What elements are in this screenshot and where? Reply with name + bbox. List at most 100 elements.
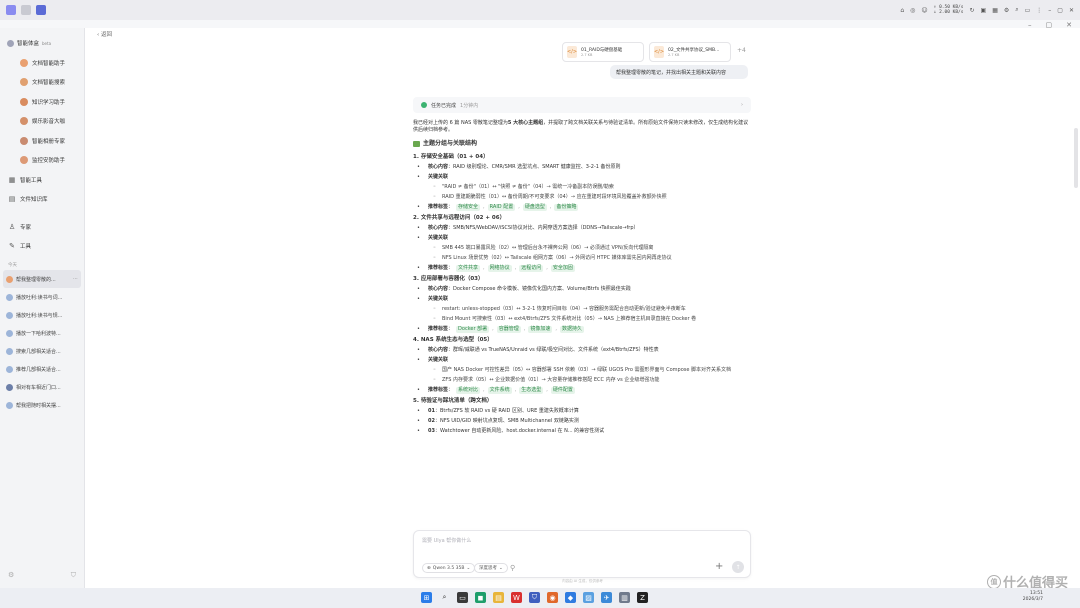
sidebar-item-label: 智能工具 <box>20 177 43 184</box>
tag[interactable]: 存储安全 <box>456 204 481 211</box>
refresh-icon[interactable]: ↻ <box>969 7 974 14</box>
history-item[interactable]: 播放一下哈利波特... <box>0 324 84 342</box>
tag[interactable]: 生态选型 <box>519 387 544 394</box>
clock[interactable]: 13:51 2026/3/7 <box>1023 591 1043 603</box>
chevron-right-icon: › <box>741 102 743 108</box>
person-icon: ♙ <box>8 222 16 231</box>
settings-icon[interactable]: ⚙ <box>1004 7 1009 14</box>
wps-icon[interactable]: W <box>511 592 522 603</box>
attachments-more[interactable]: +4 <box>737 47 746 54</box>
tag[interactable]: RAID 配置 <box>487 204 516 211</box>
app-green-icon[interactable]: ◼ <box>475 592 486 603</box>
task-status-bar[interactable]: 任务已完成 1分钟内 › <box>413 97 751 113</box>
tag[interactable]: 网络协议 <box>487 265 512 272</box>
tag[interactable]: 文件共享 <box>456 265 481 272</box>
more-icon[interactable]: ⋮ <box>1036 7 1042 14</box>
browser-icon[interactable]: ◉ <box>547 592 558 603</box>
attachment-card[interactable]: </> 02_文件共享协议_SMB... 2.7 KB <box>649 42 731 62</box>
sidebar-item-label: 文件知识库 <box>20 197 48 204</box>
top-bar-left <box>6 5 46 15</box>
history-item[interactable]: 播放吐利:读书与规... <box>0 306 84 324</box>
home-icon[interactable]: ⌂ <box>900 7 904 14</box>
user-icon[interactable]: ☺ <box>921 7 927 14</box>
tag[interactable]: 镜像加速 <box>528 326 553 333</box>
history-item[interactable]: 播放吐利:读书与词... <box>0 288 84 306</box>
verify-item: • 01：Btrfs/ZFS 软 RAID vs 硬 RAID 区别、URE 重建… <box>417 408 579 414</box>
history-item[interactable]: 相对有车相近门口... <box>0 378 84 396</box>
shield-icon[interactable]: ⛉ <box>71 571 76 580</box>
history-item-label: 相对有车相近门口... <box>16 384 61 391</box>
attachment-size: 2.7 KB <box>581 53 593 57</box>
history-item[interactable]: 推荐几部相关适合... <box>0 360 84 378</box>
network-speed: ↑ 0.50 KB/s ↓ 2.00 KB/s <box>934 5 964 15</box>
tag[interactable]: 硬盘选型 <box>522 204 547 211</box>
maximize-icon[interactable]: ▢ <box>1057 7 1063 14</box>
history-item[interactable]: 搜索几部相关适合... <box>0 342 84 360</box>
sidebar-item-tools[interactable]: ✎ 工具 <box>0 237 84 257</box>
message-icon[interactable]: ▣ <box>981 7 987 14</box>
tab-icon[interactable] <box>21 5 31 15</box>
tag[interactable]: 容器管理 <box>496 326 521 333</box>
photos-icon[interactable]: ▨ <box>583 592 594 603</box>
grid-icon[interactable]: ▦ <box>992 7 998 14</box>
sidebar-bottom: ⚙ ⛉ <box>8 571 76 580</box>
tag[interactable]: 远程访问 <box>519 265 544 272</box>
sidebar-item-smart-tools[interactable]: ▦ 智能工具 <box>0 170 84 190</box>
back-button[interactable]: ‹ 返回 <box>97 30 112 38</box>
sidebar: 智能体盒 beta 文档智能助手 文档智能搜索 知识学习助手 娱乐影音大咖 智能… <box>0 28 85 588</box>
tag[interactable]: Docker 部署 <box>456 326 490 333</box>
history-more-icon[interactable]: ⋯ <box>73 276 78 282</box>
app-blue-icon[interactable]: ◆ <box>565 592 576 603</box>
close-icon[interactable]: ✕ <box>1069 7 1074 14</box>
search-icon[interactable]: ⌕ <box>439 592 450 603</box>
core-label: 核心内容 <box>428 347 449 353</box>
sidebar-agent-item[interactable]: 娱乐影音大咖 <box>0 112 84 132</box>
app-icon[interactable] <box>36 5 46 15</box>
tag[interactable]: 数据持久 <box>559 326 584 333</box>
history-item-label: 帮我整理零散的... <box>16 276 56 283</box>
sidebar-agent-item[interactable]: 智能相册专家 <box>0 131 84 151</box>
tag[interactable]: 安全加固 <box>550 265 575 272</box>
sidebar-item-knowledge-base[interactable]: ▤ 文件知识库 <box>0 190 84 210</box>
history-item[interactable]: 帮我整理零散的... ⋯ <box>3 270 81 288</box>
bell-icon[interactable]: ◎ <box>910 7 915 14</box>
settings-icon[interactable]: ⚙ <box>8 571 14 580</box>
model-selector[interactable]: ⊛ Qwen 3.5 35B ⌄ <box>422 563 476 573</box>
chat-input[interactable]: 需要 Ulya 帮你做什么 <box>422 537 471 544</box>
sidebar-agent-item[interactable]: 知识学习助手 <box>0 92 84 112</box>
shield-icon[interactable]: ⛉ <box>529 592 540 603</box>
top-bar: ⌂ ◎ ☺ ↑ 0.50 KB/s ↓ 2.00 KB/s ↻ ▣ ▦ ⚙ ⌕ … <box>0 0 1080 20</box>
tag[interactable]: 文件系统 <box>487 387 512 394</box>
app-gray-icon[interactable]: ▥ <box>619 592 630 603</box>
tag[interactable]: 硬件配置 <box>550 387 575 394</box>
scrollbar[interactable] <box>1074 128 1078 188</box>
add-icon[interactable]: + <box>715 561 723 572</box>
group-tags: • 推荐标签： 文件共享, 网络协议, 远程访问, 安全加固 <box>417 265 575 272</box>
paperclip-icon[interactable]: ⚲ <box>510 564 515 572</box>
sidebar-header[interactable]: 智能体盒 beta <box>0 28 84 53</box>
mode-selector[interactable]: 深度思考 ⌄ <box>474 563 508 573</box>
sidebar-agent-item[interactable]: 文档智能搜索 <box>0 73 84 93</box>
minimize-icon[interactable]: – <box>1048 7 1051 14</box>
vpn-icon[interactable]: ✈ <box>601 592 612 603</box>
folder-icon[interactable]: ▤ <box>493 592 504 603</box>
attachment-card[interactable]: </> 01_RAID与硬盘基础 2.7 KB <box>562 42 644 62</box>
screen-icon[interactable]: ▭ <box>1025 7 1031 14</box>
folder-icon: ▤ <box>8 195 16 204</box>
tag[interactable]: 备份策略 <box>554 204 579 211</box>
app-dark-icon[interactable]: Z <box>637 592 648 603</box>
sidebar-agent-item[interactable]: 文档智能助手 <box>0 53 84 73</box>
send-button[interactable]: ↑ <box>732 561 744 573</box>
app-menu-icon[interactable] <box>6 5 16 15</box>
group-core: • 核心内容：RAID 级别理论、CMR/SMR 选型坑点、SMART 健康监控、… <box>417 164 621 170</box>
agent-avatar-icon <box>20 136 28 145</box>
core-text: ：SMB/NFS/WebDAV/iSCSI协议对比、内网穿透方案选择（DDNS→… <box>448 225 639 231</box>
sidebar-agent-item[interactable]: 监控安防助手 <box>0 151 84 171</box>
history-item-label: 推荐几部相关适合... <box>16 366 61 373</box>
task-view-icon[interactable]: ▭ <box>457 592 468 603</box>
sidebar-item-experts[interactable]: ♙ 专家 <box>0 217 84 237</box>
windows-start-icon[interactable]: ⊞ <box>421 592 432 603</box>
search-icon[interactable]: ⌕ <box>1015 6 1018 14</box>
tag[interactable]: 系统对比 <box>456 387 481 394</box>
history-item[interactable]: 帮我把随时相关摆... <box>0 396 84 414</box>
